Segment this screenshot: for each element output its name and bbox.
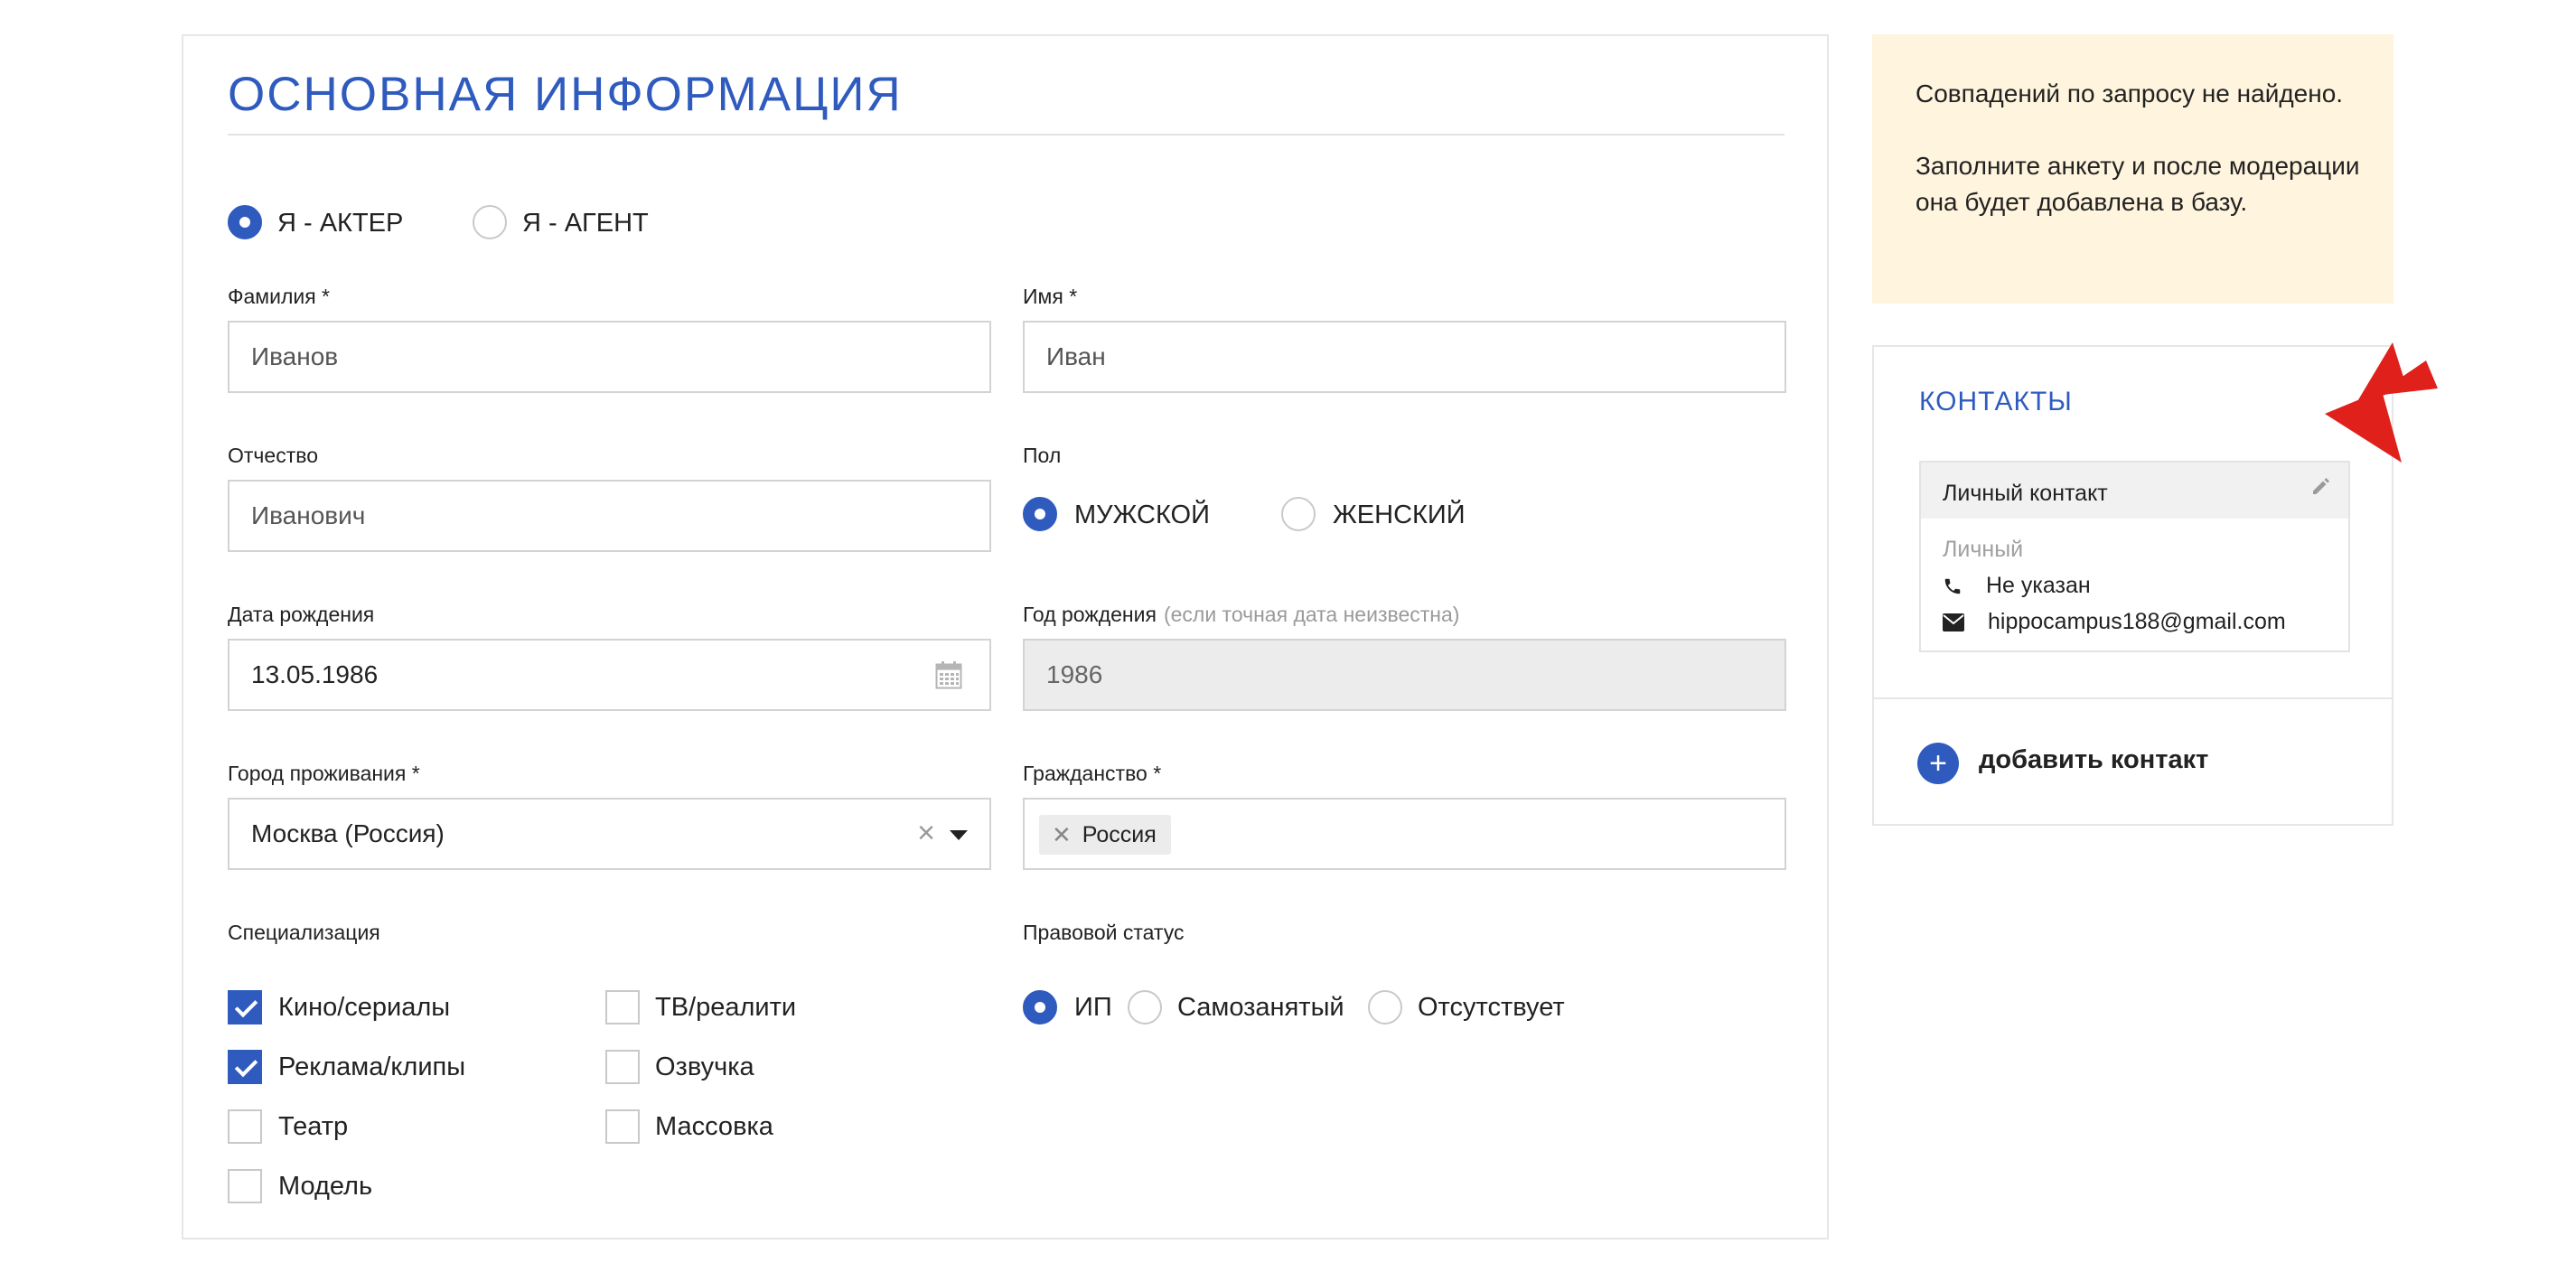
birth-year-label-text: Год рождения — [1023, 603, 1157, 626]
plus-icon[interactable]: + — [1917, 743, 1959, 784]
pencil-icon[interactable] — [2310, 475, 2332, 497]
citizenship-tag: ✕ Россия — [1039, 815, 1171, 855]
spec-voice-checkbox[interactable] — [605, 1050, 640, 1084]
contacts-title: КОНТАКТЫ — [1919, 387, 2073, 416]
legal-selfemployed-label[interactable]: Самозанятый — [1177, 993, 1344, 1023]
citizenship-label: Гражданство * — [1023, 762, 1162, 785]
contacts-card: КОНТАКТЫ Личный контакт Личный Не указан — [1872, 345, 2393, 826]
role-agent-radio[interactable] — [473, 205, 507, 239]
spec-extras-label[interactable]: Массовка — [655, 1112, 773, 1142]
birth-year-input: 1986 — [1023, 639, 1786, 711]
spec-ads-label[interactable]: Реклама/клипы — [278, 1052, 465, 1082]
spec-tv-label[interactable]: ТВ/реалити — [655, 993, 796, 1023]
gender-male-radio[interactable] — [1023, 497, 1057, 531]
birth-date-label: Дата рождения — [228, 603, 375, 626]
last-name-placeholder: Иванов — [251, 342, 339, 370]
citizenship-multiselect[interactable]: ✕ Россия — [1023, 798, 1786, 870]
spec-theatre-checkbox[interactable] — [228, 1109, 262, 1144]
spec-film-checkbox[interactable] — [228, 990, 262, 1024]
citizenship-tag-label: Россия — [1082, 821, 1157, 847]
first-name-placeholder: Иван — [1046, 342, 1106, 370]
gender-female-radio[interactable] — [1281, 497, 1316, 531]
birth-date-input[interactable]: 13.05.1986 — [228, 639, 991, 711]
chevron-arrow-icon — [2325, 342, 2438, 463]
phone-icon — [1944, 578, 1961, 594]
last-name-input[interactable]: Иванов — [228, 321, 991, 393]
main-title: ОСНОВНАЯ ИНФОРМАЦИЯ — [228, 68, 903, 121]
title-divider — [228, 134, 1784, 136]
birth-year-hint: (если точная дата неизвестна) — [1163, 603, 1460, 626]
spec-theatre-label[interactable]: Театр — [278, 1112, 348, 1142]
role-actor-label[interactable]: Я - АКТЕР — [277, 209, 403, 239]
gender-female-label[interactable]: ЖЕНСКИЙ — [1333, 501, 1466, 530]
calendar-icon[interactable] — [935, 660, 962, 689]
contact-email[interactable]: hippocampus188@gmail.com — [1988, 609, 2286, 635]
contact-card-header: Личный контакт — [1921, 463, 2348, 519]
legal-ip-label[interactable]: ИП — [1074, 993, 1112, 1023]
birth-date-value: 13.05.1986 — [251, 660, 379, 688]
patronymic-placeholder: Иванович — [251, 501, 366, 529]
spec-ads-checkbox[interactable] — [228, 1050, 262, 1084]
birth-year-value: 1986 — [1046, 660, 1103, 688]
no-match-notice: Совпадений по запросу не найдено. Заполн… — [1872, 34, 2393, 304]
notice-line-1: Совпадений по запросу не найдено. — [1916, 80, 2344, 108]
legal-none-radio[interactable] — [1368, 990, 1402, 1024]
contact-email-row: hippocampus188@gmail.com — [1943, 609, 2286, 635]
legal-status-label: Правовой статус — [1023, 921, 1185, 944]
patronymic-input[interactable]: Иванович — [228, 480, 991, 552]
envelope-icon — [1943, 613, 1964, 632]
city-select[interactable]: Москва (Россия) × — [228, 798, 991, 870]
add-contact-button[interactable]: добавить контакт — [1979, 745, 2208, 775]
birth-year-label: Год рождения (если точная дата неизвестна… — [1023, 603, 1459, 627]
specialization-label: Специализация — [228, 921, 380, 944]
clear-icon[interactable]: × — [917, 818, 935, 848]
page: ОСНОВНАЯ ИНФОРМАЦИЯ Я - АКТЕР Я - АГЕНТ … — [0, 0, 2576, 1263]
spec-film-label[interactable]: Кино/сериалы — [278, 993, 450, 1023]
contacts-divider — [1874, 697, 2392, 699]
city-label: Город проживания * — [228, 762, 420, 785]
gender-male-label[interactable]: МУЖСКОЙ — [1074, 501, 1210, 530]
role-agent-label[interactable]: Я - АГЕНТ — [522, 209, 649, 239]
gender-label: Пол — [1023, 444, 1062, 467]
contact-phone-row: Не указан — [1943, 573, 2091, 599]
notice-line-2: Заполните анкету и после модерации она б… — [1916, 152, 2360, 216]
contact-card-title: Личный контакт — [1943, 481, 2108, 506]
legal-selfemployed-radio[interactable] — [1128, 990, 1162, 1024]
chevron-down-icon[interactable] — [950, 830, 968, 840]
contact-phone: Не указан — [1986, 573, 2091, 598]
main-info-card: ОСНОВНАЯ ИНФОРМАЦИЯ Я - АКТЕР Я - АГЕНТ … — [182, 34, 1829, 1240]
spec-voice-label[interactable]: Озвучка — [655, 1052, 754, 1082]
spec-model-checkbox[interactable] — [228, 1169, 262, 1203]
first-name-label: Имя * — [1023, 285, 1078, 308]
legal-none-label[interactable]: Отсутствует — [1418, 993, 1565, 1023]
role-actor-radio[interactable] — [228, 205, 262, 239]
spec-model-label[interactable]: Модель — [278, 1172, 372, 1202]
first-name-input[interactable]: Иван — [1023, 321, 1786, 393]
remove-tag-icon[interactable]: ✕ — [1052, 821, 1072, 849]
city-value: Москва (Россия) — [251, 819, 445, 847]
last-name-label: Фамилия * — [228, 285, 331, 308]
patronymic-label: Отчество — [228, 444, 318, 467]
contact-card: Личный контакт Личный Не указан hippocam… — [1919, 461, 2350, 652]
spec-tv-checkbox[interactable] — [605, 990, 640, 1024]
spec-extras-checkbox[interactable] — [605, 1109, 640, 1144]
legal-ip-radio[interactable] — [1023, 990, 1057, 1024]
contact-type: Личный — [1943, 537, 2024, 562]
